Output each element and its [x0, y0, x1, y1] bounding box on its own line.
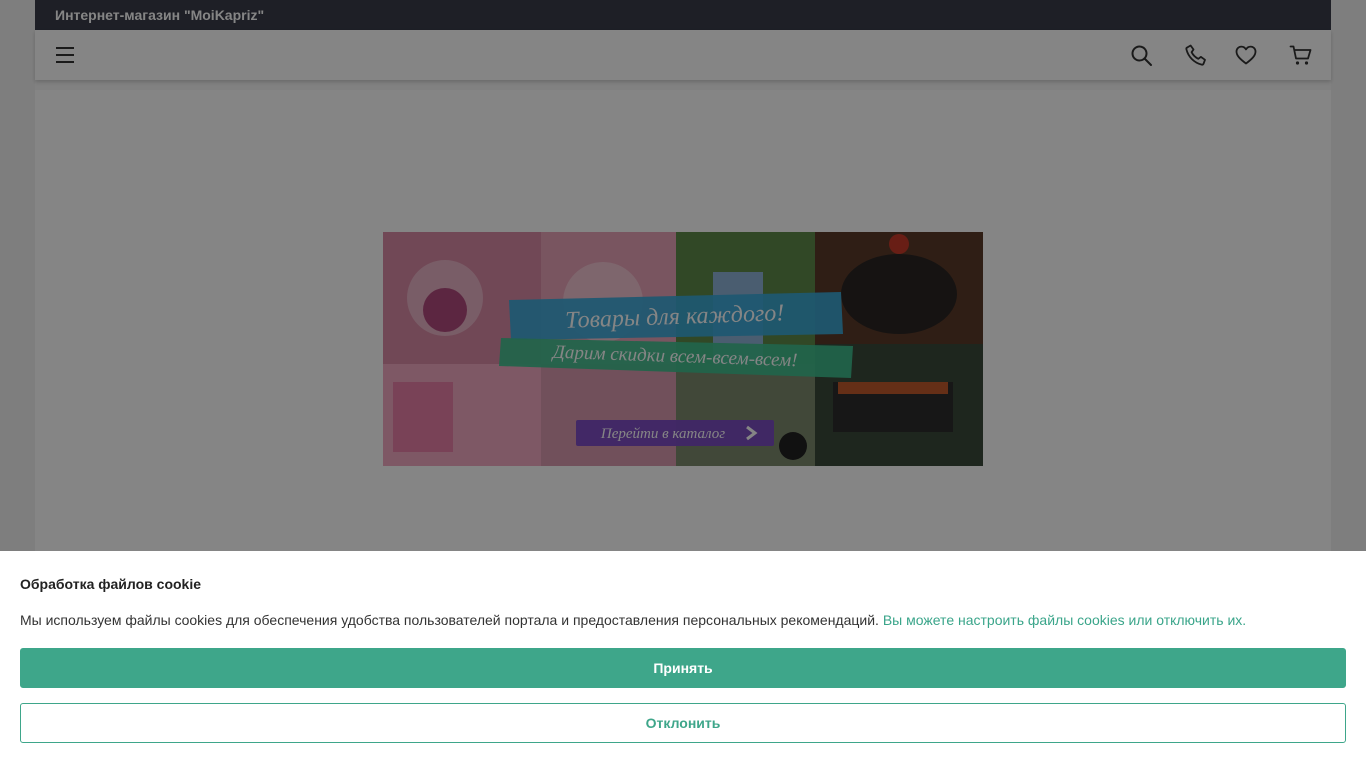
phone-icon[interactable]	[1184, 43, 1208, 67]
cart-icon[interactable]	[1289, 43, 1313, 67]
store-title: Интернет-магазин "MoiKapriz"	[55, 7, 265, 23]
content-strip	[35, 80, 1331, 90]
cookie-title: Обработка файлов cookie	[20, 576, 202, 592]
menu-icon[interactable]	[53, 43, 77, 67]
accept-button[interactable]: Принять	[20, 648, 1346, 688]
decline-button[interactable]: Отклонить	[20, 703, 1346, 743]
promo-banner[interactable]: Товары для каждого! Дарим скидки всем-вс…	[383, 232, 983, 466]
nav-bar	[35, 30, 1331, 80]
search-icon[interactable]	[1129, 43, 1153, 67]
banner-collage: Товары для каждого! Дарим скидки всем-вс…	[383, 232, 983, 466]
banner-cta: Перейти в каталог	[600, 426, 725, 442]
top-bar: Интернет-магазин "MoiKapriz"	[35, 0, 1331, 30]
heart-icon[interactable]	[1234, 43, 1258, 67]
cookie-description: Мы используем файлы cookies для обеспече…	[20, 612, 879, 628]
cookie-settings-link[interactable]: Вы можете настроить файлы cookies или от…	[883, 612, 1246, 628]
cookie-text: Мы используем файлы cookies для обеспече…	[20, 612, 1346, 628]
cookie-banner: Обработка файлов cookie Мы используем фа…	[0, 551, 1366, 768]
